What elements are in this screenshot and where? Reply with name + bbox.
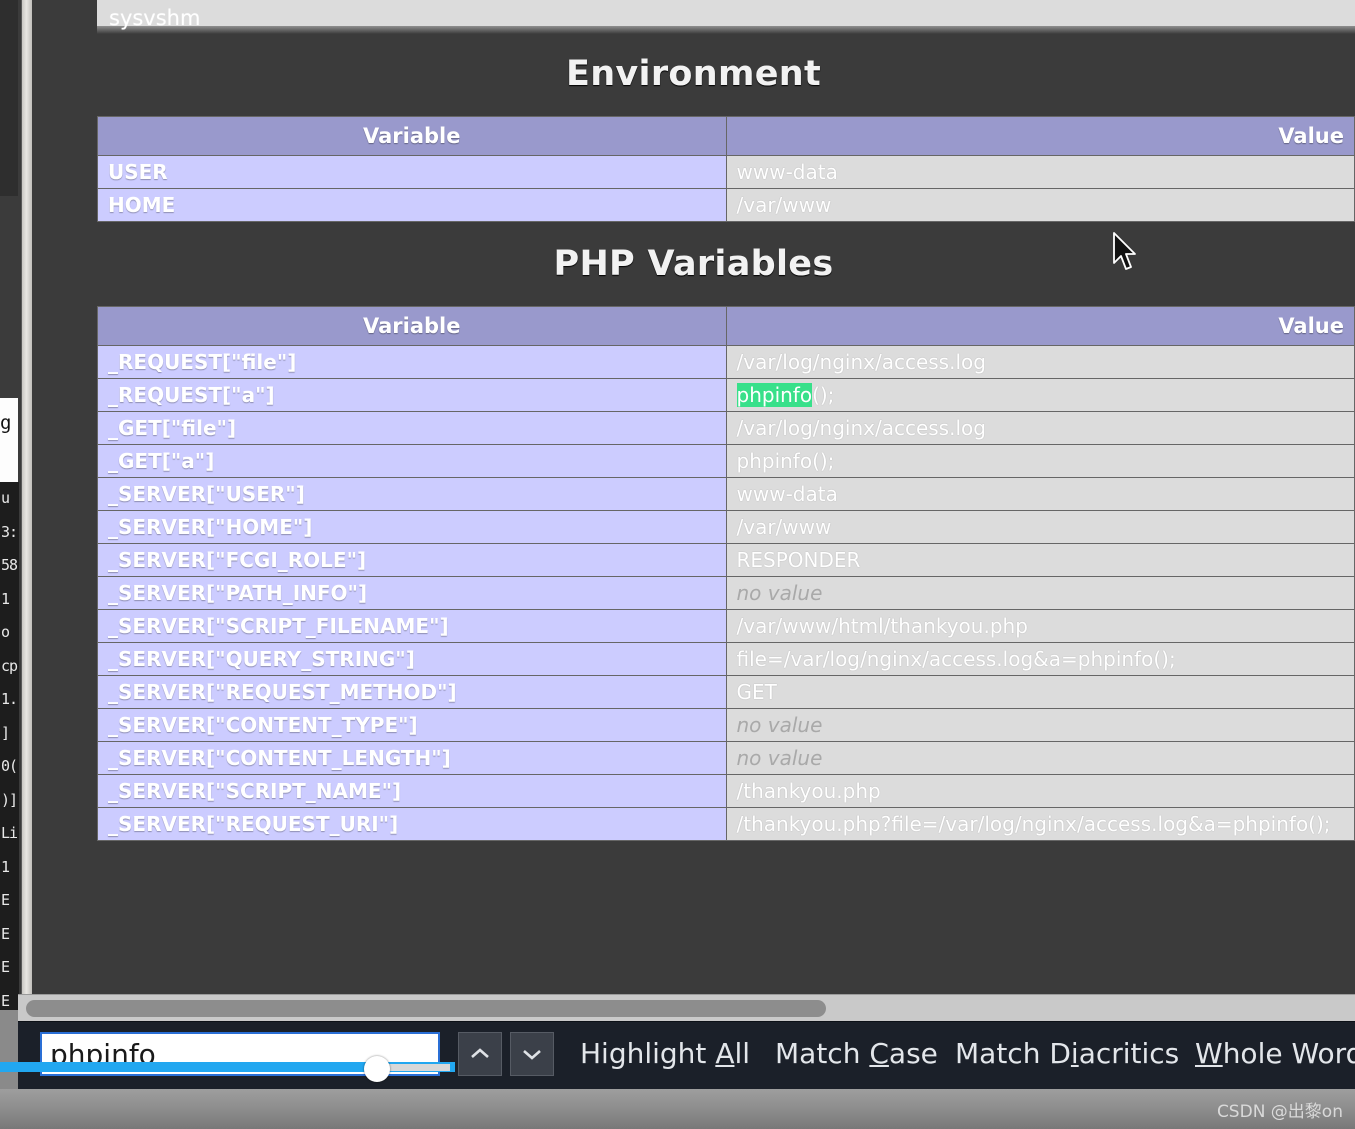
no-value-label: no value bbox=[736, 713, 823, 737]
environment-table-body: USER www-data HOME/var/www bbox=[97, 155, 1355, 222]
partial-top-table: sysvshm bbox=[97, 0, 1355, 34]
slider-thumb[interactable] bbox=[364, 1056, 390, 1082]
variable-value-cell: no value bbox=[725, 741, 1355, 775]
variable-name-cell: _REQUEST["a"] bbox=[97, 378, 727, 412]
find-option-match-diacritics[interactable]: Match Diacritics bbox=[955, 1037, 1179, 1070]
variable-value-cell: /thankyou.php bbox=[725, 774, 1355, 808]
slider-track-remaining[interactable] bbox=[380, 1064, 450, 1071]
column-header-variable: Variable bbox=[97, 116, 727, 156]
variable-value-cell: RESPONDER bbox=[725, 543, 1355, 577]
table-row: HOME/var/www bbox=[97, 188, 1355, 222]
background-window-white-strip bbox=[0, 398, 18, 482]
variable-name-cell: _SERVER["FCGI_ROLE"] bbox=[97, 543, 727, 577]
table-row: _REQUEST["a"] phpinfo(); bbox=[97, 378, 1355, 412]
browser-content-viewport[interactable]: sysvshm Environment Variable Value USER w… bbox=[32, 0, 1355, 994]
find-previous-button[interactable] bbox=[458, 1032, 502, 1076]
environment-table: Variable Value USER www-data HOME/var/www bbox=[97, 116, 1355, 222]
phpinfo-page: sysvshm Environment Variable Value USER w… bbox=[32, 0, 1355, 841]
variable-value-cell: /var/log/nginx/access.log bbox=[725, 345, 1355, 379]
background-window-glyph: g bbox=[0, 412, 12, 434]
table-row: _SERVER["FCGI_ROLE"] RESPONDER bbox=[97, 543, 1355, 577]
screen: g u 3: 58 1 o cp 1. ] 0( )] Li 1 E E E E… bbox=[0, 0, 1355, 1129]
php-variables-table-body: _REQUEST["file"]/var/log/nginx/access.lo… bbox=[97, 345, 1355, 841]
table-row: _SERVER["CONTENT_LENGTH"] no value bbox=[97, 741, 1355, 775]
table-row: _SERVER["CONTENT_TYPE"] no value bbox=[97, 708, 1355, 742]
column-header-variable: Variable bbox=[97, 306, 727, 346]
variable-value-cell: phpinfo(); bbox=[725, 378, 1355, 412]
variable-name-cell: _SERVER["QUERY_STRING"] bbox=[97, 642, 727, 676]
find-option-highlight-all[interactable]: Highlight All bbox=[580, 1037, 750, 1070]
column-header-value: Value bbox=[725, 306, 1355, 346]
variable-name-cell: USER bbox=[97, 155, 727, 189]
table-row: _REQUEST["file"]/var/log/nginx/access.lo… bbox=[97, 345, 1355, 379]
chevron-up-icon bbox=[471, 1048, 489, 1058]
php-variables-table: Variable Value _REQUEST["file"]/var/log/… bbox=[97, 306, 1355, 841]
variable-name-cell: _SERVER["REQUEST_METHOD"] bbox=[97, 675, 727, 709]
table-row: _SERVER["REQUEST_METHOD"] GET bbox=[97, 675, 1355, 709]
table-row: _SERVER["USER"] www-data bbox=[97, 477, 1355, 511]
column-header-value: Value bbox=[725, 116, 1355, 156]
find-next-button[interactable] bbox=[510, 1032, 554, 1076]
variable-name-cell: _SERVER["USER"] bbox=[97, 477, 727, 511]
watermark: CSDN @出黎on bbox=[1216, 1102, 1343, 1122]
background-window[interactable]: g u 3: 58 1 o cp 1. ] 0( )] Li 1 E E E E bbox=[0, 0, 21, 1010]
find-option-match-case[interactable]: Match Case bbox=[775, 1037, 938, 1070]
table-row: _SERVER["QUERY_STRING"] file=/var/log/ngi… bbox=[97, 642, 1355, 676]
table-row: _SERVER["REQUEST_URI"]/thankyou.php?file… bbox=[97, 807, 1355, 841]
variable-value-cell: /var/log/nginx/access.log bbox=[725, 411, 1355, 445]
table-row: _GET["a"] phpinfo(); bbox=[97, 444, 1355, 478]
table-row: _SERVER["SCRIPT_FILENAME"]/var/www/html/… bbox=[97, 609, 1355, 643]
desktop-strip bbox=[0, 1089, 1355, 1129]
no-value-label: no value bbox=[736, 746, 823, 770]
variable-name-cell: _SERVER["REQUEST_URI"] bbox=[97, 807, 727, 841]
variable-name-cell: _SERVER["HOME"] bbox=[97, 510, 727, 544]
section-title-environment: Environment bbox=[565, 54, 822, 94]
variable-value-cell: www-data bbox=[725, 477, 1355, 511]
search-match-highlight: phpinfo bbox=[736, 383, 813, 407]
section-title-php-variables: PHP Variables bbox=[553, 244, 834, 284]
horizontal-scrollbar[interactable] bbox=[18, 994, 1355, 1022]
variable-name-cell: _REQUEST["file"] bbox=[97, 345, 727, 379]
table-bottom-shadow bbox=[97, 26, 1355, 34]
no-value-label: no value bbox=[736, 581, 823, 605]
variable-value-cell: /var/www bbox=[725, 510, 1355, 544]
variable-value-cell: /var/www bbox=[725, 188, 1355, 222]
find-toolbar: Highlight All Match Case Match Diacritic… bbox=[18, 1021, 1355, 1093]
table-row: _SERVER["HOME"]/var/www bbox=[97, 510, 1355, 544]
variable-value-cell: GET bbox=[725, 675, 1355, 709]
variable-name-cell: _SERVER["CONTENT_LENGTH"] bbox=[97, 741, 727, 775]
variable-value-cell: /var/www/html/thankyou.php bbox=[725, 609, 1355, 643]
variable-name-cell: _GET["a"] bbox=[97, 444, 727, 478]
variable-value-cell: /thankyou.php?file=/var/log/nginx/access… bbox=[725, 807, 1355, 841]
background-window-dark-strip bbox=[0, 0, 18, 196]
variable-value-cell: file=/var/log/nginx/access.log&a=phpinfo… bbox=[725, 642, 1355, 676]
variable-value-cell: www-data bbox=[725, 155, 1355, 189]
variable-name-cell: _SERVER["PATH_INFO"] bbox=[97, 576, 727, 610]
find-option-whole-words[interactable]: Whole Words bbox=[1195, 1037, 1355, 1070]
variable-name-cell: HOME bbox=[97, 188, 727, 222]
table-row: _SERVER["SCRIPT_NAME"]/thankyou.php bbox=[97, 774, 1355, 808]
variable-name-cell: _SERVER["SCRIPT_NAME"] bbox=[97, 774, 727, 808]
table-row: USER www-data bbox=[97, 155, 1355, 189]
table-row: _SERVER["PATH_INFO"] no value bbox=[97, 576, 1355, 610]
variable-name-cell: _SERVER["CONTENT_TYPE"] bbox=[97, 708, 727, 742]
table-header-row: Variable Value bbox=[97, 116, 1355, 156]
partial-row-sysvshm: sysvshm bbox=[97, 0, 1355, 30]
table-row: _GET["file"]/var/log/nginx/access.log bbox=[97, 411, 1355, 445]
variable-value-cell: no value bbox=[725, 708, 1355, 742]
variable-name-cell: _SERVER["SCRIPT_FILENAME"] bbox=[97, 609, 727, 643]
variable-value-cell: no value bbox=[725, 576, 1355, 610]
variable-value-cell: phpinfo(); bbox=[725, 444, 1355, 478]
chevron-down-icon bbox=[523, 1050, 541, 1060]
variable-name-cell: _GET["file"] bbox=[97, 411, 727, 445]
background-terminal-text: u 3: 58 1 o cp 1. ] 0( )] Li 1 E E E E bbox=[0, 482, 19, 1010]
table-header-row: Variable Value bbox=[97, 306, 1355, 346]
horizontal-scrollbar-thumb[interactable] bbox=[26, 1000, 826, 1017]
